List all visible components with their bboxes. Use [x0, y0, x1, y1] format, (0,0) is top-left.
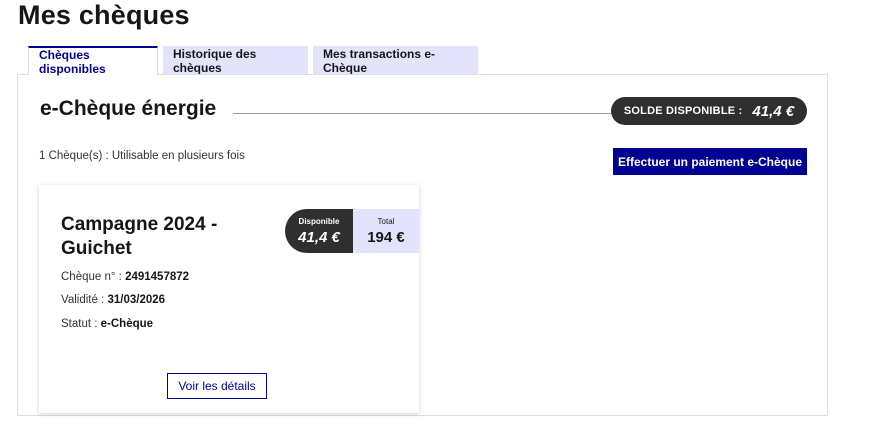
validity-value: 31/03/2026 [107, 294, 166, 306]
pay-echeque-button[interactable]: Effectuer un paiement e-Chèque [613, 148, 807, 175]
status-label: Statut : [61, 318, 98, 330]
available-label: Disponible [298, 216, 340, 226]
status-value: e-Chèque [100, 318, 154, 330]
tab-panel: e-Chèque énergie SOLDE DISPONIBLE : 41,4… [17, 74, 828, 416]
cheque-card: Campagne 2024 - Guichet Disponible 41,4 … [39, 185, 419, 413]
tab-transactions-echeque[interactable]: Mes transactions e-Chèque [313, 46, 478, 75]
cheque-number-line: Chèque n° : 2491457872 [61, 271, 189, 283]
cheque-number-label: Chèque n° : [61, 271, 122, 283]
available-value: 41,4 € [298, 228, 340, 246]
amount-available: Disponible 41,4 € [285, 209, 353, 253]
section-title: e-Chèque énergie [40, 97, 217, 120]
tab-list: Chèques disponibles Historique des chèqu… [28, 46, 478, 76]
page-title: Mes chèques [18, 0, 190, 30]
total-label: Total [377, 216, 395, 226]
balance-value: 41,4 € [752, 102, 795, 120]
validity-line: Validité : 31/03/2026 [61, 294, 165, 306]
view-details-button[interactable]: Voir les détails [167, 373, 267, 399]
amount-badge: Disponible 41,4 € Total 194 € [285, 209, 419, 253]
tab-cheques-disponibles[interactable]: Chèques disponibles [28, 46, 158, 76]
title-divider [233, 113, 613, 114]
card-title: Campagne 2024 - Guichet [61, 214, 218, 259]
tab-historique-cheques[interactable]: Historique des chèques [163, 46, 308, 75]
validity-label: Validité : [61, 294, 105, 306]
usage-info: 1 Chèque(s) : Utilisable en plusieurs fo… [39, 150, 245, 162]
balance-label: SOLDE DISPONIBLE : [623, 105, 743, 117]
total-value: 194 € [367, 228, 405, 246]
status-line: Statut : e-Chèque [61, 318, 153, 330]
amount-total: Total 194 € [353, 209, 419, 253]
cheque-number-value: 2491457872 [125, 271, 190, 283]
balance-badge: SOLDE DISPONIBLE : 41,4 € [611, 97, 807, 125]
